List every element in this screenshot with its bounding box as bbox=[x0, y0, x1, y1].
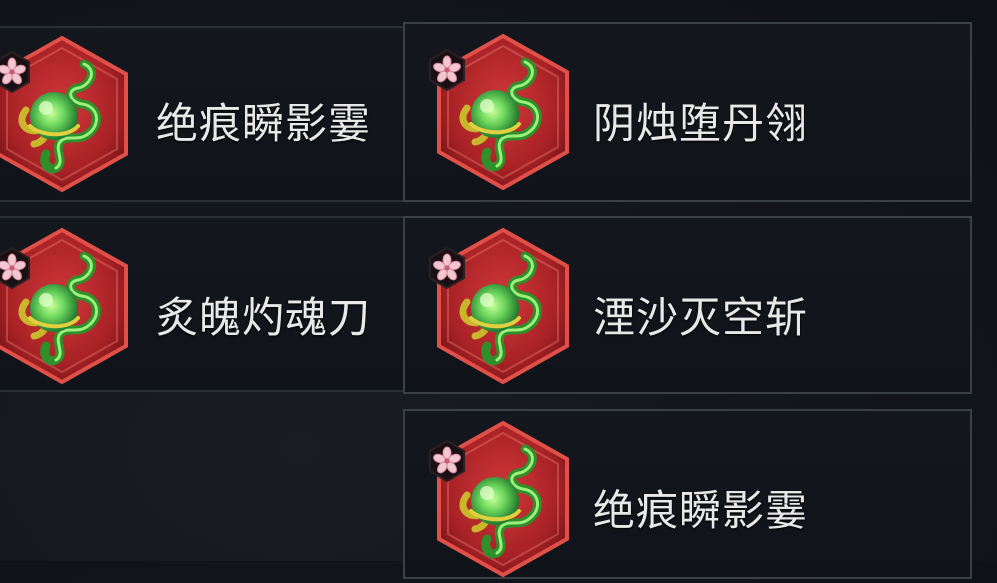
item-card[interactable]: 绝痕瞬影霎 bbox=[0, 26, 410, 202]
item-name: 阴烛堕丹翎 bbox=[593, 99, 809, 148]
item-name: 绝痕瞬影霎 bbox=[593, 486, 809, 535]
sakura-flower-icon bbox=[427, 246, 467, 290]
item-card[interactable]: 湮沙灭空斩 bbox=[403, 216, 972, 394]
sakura-flower-icon bbox=[427, 439, 467, 483]
item-card[interactable]: 绝痕瞬影霎 bbox=[403, 409, 972, 579]
sakura-flower-icon bbox=[427, 48, 467, 92]
sakura-flower-icon bbox=[0, 50, 32, 94]
item-card[interactable]: 阴烛堕丹翎 bbox=[403, 22, 972, 202]
item-name: 绝痕瞬影霎 bbox=[156, 99, 372, 148]
item-card[interactable]: 炙魄灼魂刀 bbox=[0, 216, 410, 392]
item-name: 湮沙灭空斩 bbox=[593, 293, 809, 342]
sakura-flower-icon bbox=[0, 246, 32, 290]
item-name: 炙魄灼魂刀 bbox=[156, 293, 372, 342]
